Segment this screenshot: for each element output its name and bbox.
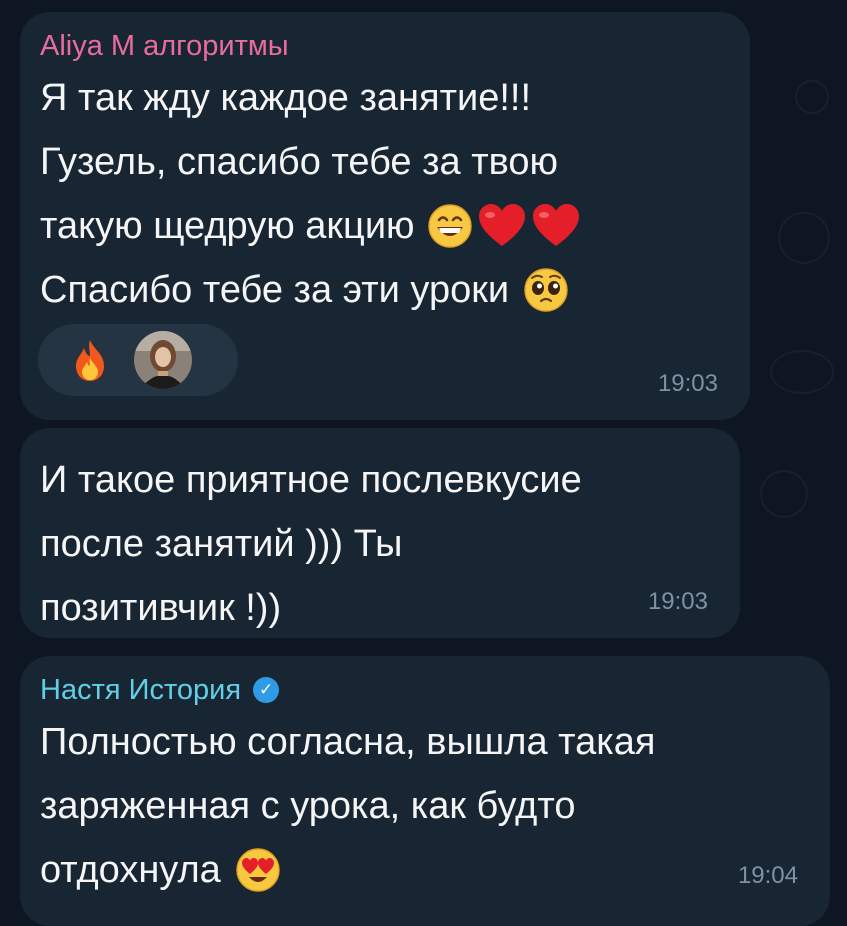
heart-eyes-face-icon: [235, 847, 281, 893]
sender-name[interactable]: Aliya M алгоритмы: [40, 26, 750, 66]
message-text: позитивчик !)): [40, 587, 282, 629]
message-line: Спасибо тебе за эти уроки: [40, 258, 750, 322]
message-text: заряженная с урока, как будто: [40, 785, 576, 827]
message-time: 19:04: [737, 862, 798, 889]
message-bubble[interactable]: Aliya M алгоритмы Я так жду каждое занят…: [20, 12, 750, 420]
message-text: И такое приятное послевкусие: [40, 459, 582, 501]
background-doodle: [760, 470, 808, 518]
message-time: 19:03: [657, 370, 718, 397]
fire-icon[interactable]: [72, 338, 108, 382]
message-line: заряженная с урока, как будто: [40, 774, 830, 838]
sender-name-row: Настя История ✓: [40, 670, 830, 710]
message-text: Полностью согласна, вышла такая: [40, 721, 656, 763]
red-heart-icon: [531, 203, 581, 249]
message-line: И такое приятное послевкусие: [40, 448, 740, 512]
message-line: Полностью согласна, вышла такая: [40, 710, 830, 774]
background-doodle: [770, 350, 834, 394]
message-text: Гузель, спасибо тебе за твою: [40, 141, 559, 183]
red-heart-icon: [477, 203, 527, 249]
grinning-face-icon: [427, 203, 473, 249]
message-text: Я так жду каждое занятие!!!: [40, 77, 532, 119]
verified-badge-icon: ✓: [253, 677, 280, 703]
message-bubble[interactable]: И такое приятное послевкусие после занят…: [20, 428, 740, 638]
message-text: Спасибо тебе за эти уроки: [40, 269, 510, 311]
message-time: 19:03: [647, 588, 708, 615]
pleading-face-icon: [523, 267, 569, 313]
message-text: отдохнула: [40, 849, 221, 891]
message-text: после занятий ))) Ты: [40, 523, 403, 565]
message-line: отдохнула: [40, 838, 830, 902]
message-line: позитивчик !)): [40, 576, 740, 640]
message-bubble[interactable]: Настя История ✓ Полностью согласна, вышл…: [20, 656, 830, 926]
reactions-bar: [38, 324, 238, 396]
message-line: после занятий ))) Ты: [40, 512, 740, 576]
message-line: Я так жду каждое занятие!!!: [40, 66, 750, 130]
message-line: Гузель, спасибо тебе за твою: [40, 130, 750, 194]
message-line: такую щедрую акцию: [40, 194, 750, 258]
background-doodle: [795, 80, 829, 114]
background-doodle: [778, 212, 830, 264]
reactor-avatar[interactable]: [134, 331, 192, 389]
message-text: такую щедрую акцию: [40, 205, 415, 247]
sender-name[interactable]: Настя История: [40, 670, 241, 710]
